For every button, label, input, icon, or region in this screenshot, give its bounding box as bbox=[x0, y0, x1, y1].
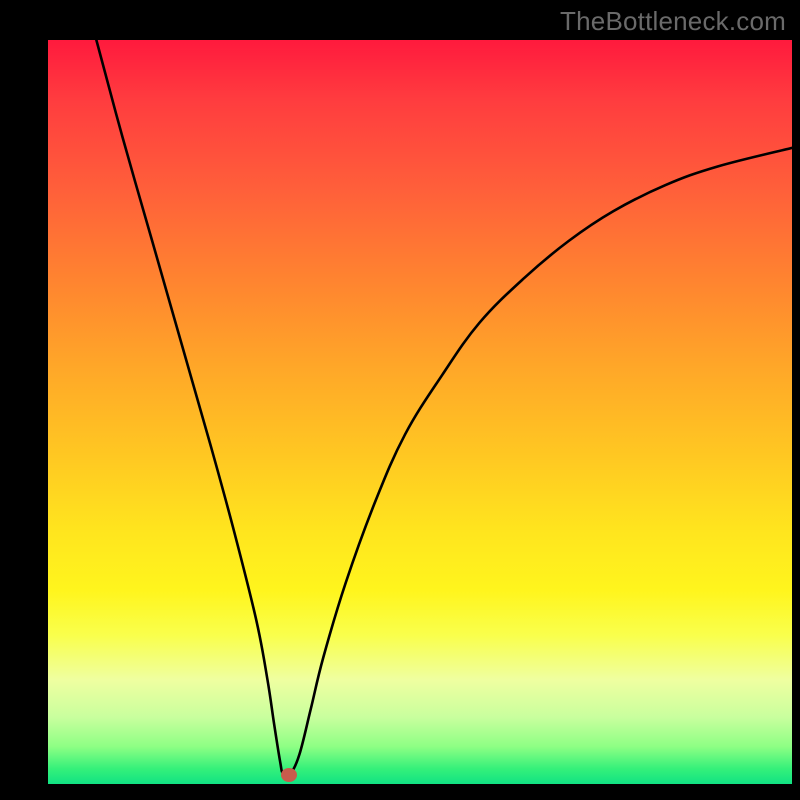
watermark: TheBottleneck.com bbox=[560, 6, 786, 37]
bottleneck-curve-path bbox=[96, 40, 792, 776]
bottleneck-curve-svg bbox=[48, 40, 792, 784]
chart-plot-area bbox=[48, 40, 792, 784]
optimal-point-marker bbox=[281, 768, 297, 782]
